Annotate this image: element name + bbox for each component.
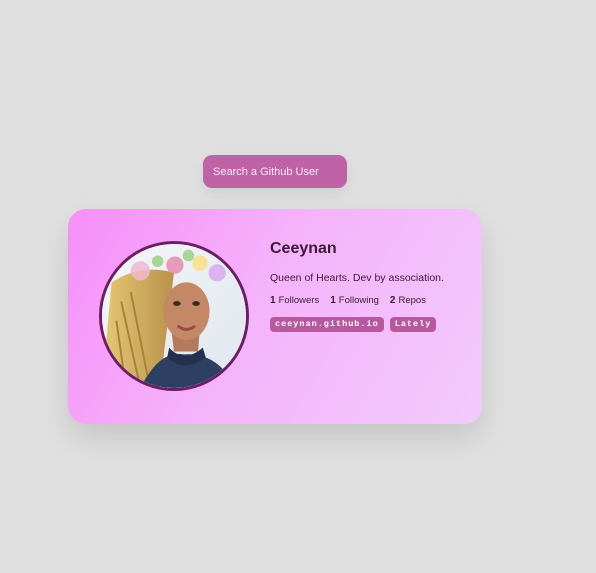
profile-name: Ceeynan [270,240,337,257]
followers-label: Followers [278,295,320,306]
following-label: Following [338,295,379,306]
repos-label: Repos [398,295,426,306]
profile-card: Ceeynan Queen of Hearts. Dev by associat… [68,209,482,424]
profile-bio: Queen of Hearts. Dev by association. [270,272,444,284]
repos-count: 2 [389,295,396,306]
following-stat: 1 Following [330,294,379,307]
profile-stats: 1 Followers 1 Following 2 Repos [270,294,470,307]
followers-stat: 1 Followers [270,294,319,307]
app-root: Ceeynan Queen of Hearts. Dev by associat… [0,0,596,573]
repos-stat: 2 Repos [390,294,426,307]
github-user-search-input[interactable] [203,155,347,188]
profile-links: ceeynan.github.io Lately [270,317,470,332]
following-count: 1 [330,295,336,306]
search-container [203,155,347,188]
company-link[interactable]: Lately [389,317,437,332]
avatar [99,241,249,391]
profile-info: Ceeynan Queen of Hearts. Dev by associat… [270,239,470,332]
avatar-photo [102,244,246,388]
website-link[interactable]: ceeynan.github.io [270,317,384,332]
followers-count: 1 [270,295,276,306]
